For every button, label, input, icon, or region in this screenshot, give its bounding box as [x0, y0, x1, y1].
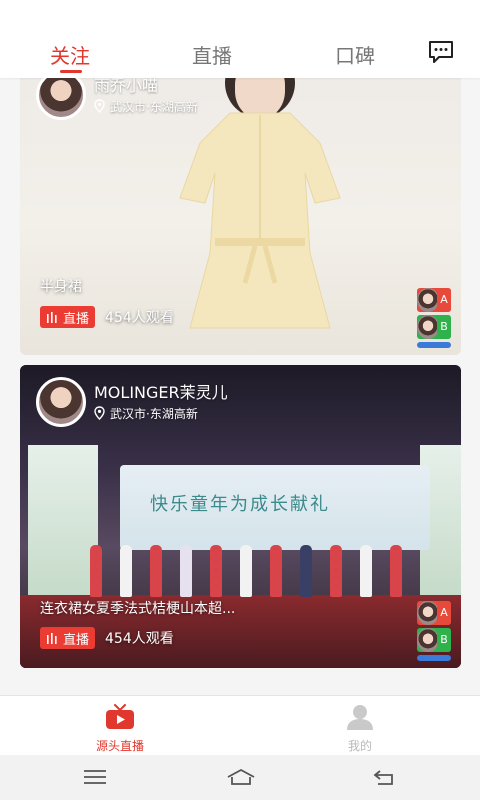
location-pin-icon — [94, 406, 105, 420]
product-thumb[interactable]: B — [417, 628, 451, 652]
bottom-nav: 源头直播 我的 — [0, 695, 480, 755]
live-label: 直播 — [63, 311, 90, 327]
live-feed[interactable]: 雨乔小喵 武汉市·东湖高新 半身裙 直播 454人观看 A B 快乐童年为成长献… — [0, 78, 480, 695]
back-icon[interactable] — [372, 767, 398, 787]
stage-figure — [90, 545, 102, 597]
product-thumbnails: A B — [417, 601, 451, 664]
live-card[interactable]: 快乐童年为成长献礼 MOLINGER茉灵儿 武汉市·东湖高新 连衣裙女夏季法式桔… — [20, 365, 461, 668]
product-thumb-more — [417, 655, 451, 661]
status-bar — [0, 0, 480, 28]
stage-figure — [270, 545, 282, 597]
product-thumb-image — [417, 288, 439, 312]
stage-figure — [330, 545, 342, 597]
viewer-count: 454人观看 — [105, 631, 174, 647]
location-text: 武汉市·东湖高新 — [110, 99, 198, 114]
live-badge: 直播 — [40, 306, 96, 328]
live-status-row: 直播 454人观看 — [40, 306, 174, 328]
nav-mine[interactable]: 我的 — [310, 704, 410, 754]
thumb-tag: A — [437, 601, 451, 625]
tab-reputation[interactable]: 口碑 — [335, 40, 375, 69]
stage-figure — [180, 545, 192, 597]
product-thumb-image — [417, 601, 439, 625]
product-thumb[interactable]: A — [417, 601, 451, 625]
nav-label: 我的 — [347, 739, 372, 753]
live-bars-icon — [47, 632, 57, 644]
live-label: 直播 — [63, 632, 90, 648]
tab-live[interactable]: 直播 — [192, 40, 232, 69]
chat-message-icon[interactable] — [428, 40, 454, 64]
product-title: 半身裙 — [40, 279, 82, 295]
nav-source-live[interactable]: 源头直播 — [70, 704, 170, 754]
location-pin-icon — [94, 99, 105, 113]
streamer-name: MOLINGER茉灵儿 — [94, 382, 228, 402]
user-icon — [347, 705, 373, 730]
location-row: 武汉市·东湖高新 — [94, 405, 228, 422]
stage-figure — [150, 545, 162, 597]
app-screen: 关注 直播 口碑 雨乔小喵 武汉市·东湖高新 半身裙 直播 454人观看 A B… — [0, 0, 480, 800]
streamer-header[interactable]: 雨乔小喵 武汉市·东湖高新 — [36, 78, 198, 120]
streamer-avatar[interactable] — [36, 78, 86, 120]
product-thumb-image — [417, 628, 439, 652]
menu-icon[interactable] — [82, 767, 108, 787]
stage-banner-text: 快乐童年为成长献礼 — [150, 494, 330, 515]
location-text: 武汉市·东湖高新 — [110, 406, 198, 421]
viewer-count: 454人观看 — [105, 310, 174, 326]
thumb-tag: B — [437, 628, 451, 652]
streamer-avatar[interactable] — [36, 377, 86, 427]
product-thumb[interactable]: B — [417, 315, 451, 339]
stage-pillar — [28, 445, 98, 595]
live-card[interactable]: 雨乔小喵 武汉市·东湖高新 半身裙 直播 454人观看 A B — [20, 78, 461, 355]
tab-follow[interactable]: 关注 — [50, 40, 90, 69]
thumb-tag: A — [437, 288, 451, 312]
stage-figure — [120, 545, 132, 597]
streamer-info: 雨乔小喵 武汉市·东湖高新 — [94, 78, 198, 115]
tv-play-icon — [106, 704, 134, 729]
nav-label: 源头直播 — [95, 739, 144, 753]
stage-figure — [300, 545, 312, 597]
active-tab-indicator — [60, 70, 82, 73]
stage-figure — [390, 545, 402, 597]
product-thumb[interactable]: A — [417, 288, 451, 312]
dress-image — [179, 112, 341, 329]
product-thumbnails: A B — [417, 288, 451, 351]
streamer-info: MOLINGER茉灵儿 武汉市·东湖高新 — [94, 383, 228, 422]
live-bars-icon — [47, 311, 57, 323]
streamer-name: 雨乔小喵 — [94, 78, 159, 95]
system-nav-bar — [0, 755, 480, 800]
home-icon[interactable] — [226, 767, 256, 787]
live-badge: 直播 — [40, 627, 96, 649]
product-title: 连衣裙女夏季法式桔梗山本超... — [40, 601, 236, 617]
streamer-header[interactable]: MOLINGER茉灵儿 武汉市·东湖高新 — [36, 377, 228, 427]
live-status-row: 直播 454人观看 — [40, 627, 174, 649]
product-thumb-image — [417, 315, 439, 339]
stage-figure — [360, 545, 372, 597]
location-row: 武汉市·东湖高新 — [94, 98, 198, 115]
top-tab-bar: 关注 直播 口碑 — [0, 28, 480, 78]
stage-figure — [240, 545, 252, 597]
product-thumb-more — [417, 342, 451, 348]
stage-figure — [210, 545, 222, 597]
thumb-tag: B — [437, 315, 451, 339]
